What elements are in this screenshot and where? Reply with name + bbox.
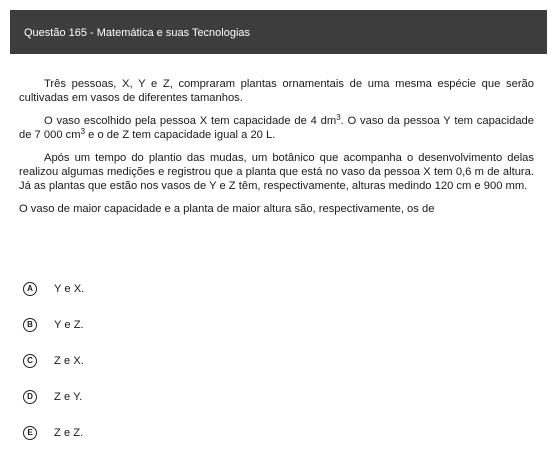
option-letter-e[interactable]: E [23,426,37,440]
option-text-b: Y e Z. [54,319,84,331]
option-b[interactable]: B Y e Z. [23,307,84,343]
question-header: Questão 165 - Matemática e suas Tecnolog… [10,10,547,54]
option-text-e: Z e Z. [54,427,84,439]
option-text-a: Y e X. [54,283,85,295]
paragraph-vases: O vaso escolhido pela pessoa X tem capac… [19,114,534,142]
answer-options: A Y e X. B Y e Z. C Z e X. D Z e Y. E Z … [23,271,84,451]
option-c[interactable]: C Z e X. [23,343,84,379]
option-letter-c[interactable]: C [23,354,37,368]
option-a[interactable]: A Y e X. [23,271,84,307]
question-prompt: O vaso de maior capacidade e a planta de… [19,203,435,216]
option-letter-b[interactable]: B [23,318,37,332]
vase-x-text: O vaso escolhido pela pessoa X tem capac… [44,115,337,128]
paragraph-intro: Três pessoas, X, Y e Z, compraram planta… [19,78,534,104]
question-title: Questão 165 - Matemática e suas Tecnolog… [24,27,251,39]
paragraph-heights: Após um tempo do plantio das mudas, um b… [19,152,534,192]
option-d[interactable]: D Z e Y. [23,379,84,415]
question-statement: Três pessoas, X, Y e Z, compraram planta… [19,78,534,217]
option-text-d: Z e Y. [54,391,83,403]
option-letter-d[interactable]: D [23,390,37,404]
vase-z-text: e o de Z tem capacidade igual a 20 L. [85,128,276,141]
option-letter-a[interactable]: A [23,282,37,296]
option-text-c: Z e X. [54,355,84,367]
